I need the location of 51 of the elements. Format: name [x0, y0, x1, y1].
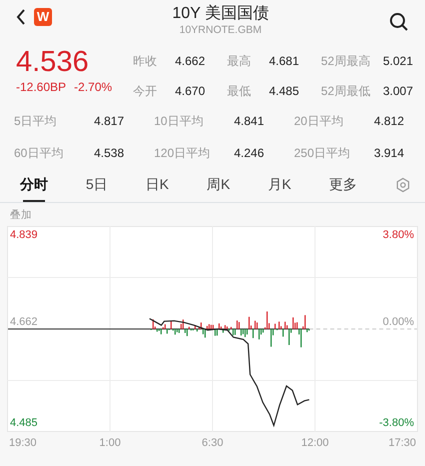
stat-value: 5.021	[382, 53, 413, 70]
stat-label: 最低	[226, 83, 252, 100]
stat-label: 今开	[132, 83, 158, 100]
chart-tab[interactable]: 分时	[20, 174, 48, 202]
stat-value: 4.681	[268, 53, 300, 70]
settings-icon[interactable]	[394, 176, 411, 192]
average-label: 5日平均	[14, 113, 58, 130]
stat-label: 52周最高	[320, 53, 372, 70]
average-value: 4.812	[374, 113, 406, 130]
average-value: 4.538	[94, 145, 126, 162]
stat-label: 52周最低	[320, 83, 372, 100]
page-title: 10Y 美国国债	[171, 4, 270, 23]
average-label: 120日平均	[154, 145, 212, 162]
chart-tab[interactable]: 5日	[86, 174, 108, 202]
change-percent: -2.70%	[74, 79, 112, 96]
back-icon[interactable]	[16, 9, 26, 25]
app-logo[interactable]: W	[34, 8, 52, 26]
symbol-code: 10YRNOTE.GBM	[178, 23, 263, 37]
chart-tab[interactable]: 更多	[329, 174, 358, 202]
average-label: 60日平均	[14, 145, 64, 162]
x-axis-label: 6:30	[202, 436, 224, 449]
stat-label: 昨收	[132, 53, 158, 70]
average-label: 20日平均	[294, 113, 344, 130]
stat-value: 4.485	[268, 83, 300, 100]
chart-tab[interactable]: 月K	[268, 174, 292, 202]
x-axis-label: 17:30	[388, 436, 416, 449]
search-icon[interactable]	[389, 12, 409, 32]
chart-tab[interactable]: 周K	[206, 174, 230, 202]
y-axis-label: 4.485	[10, 416, 38, 429]
change-value: -12.60BP	[16, 79, 66, 96]
average-value: 3.914	[374, 145, 406, 162]
x-axis-label: 12:00	[301, 436, 329, 449]
stat-value: 3.007	[382, 83, 413, 100]
y-axis-label: 4.839	[10, 228, 38, 241]
stat-label: 最高	[226, 53, 252, 70]
average-value: 4.817	[94, 113, 126, 130]
percent-axis-label: 0.00%	[382, 316, 414, 328]
price-value: 4.536	[16, 46, 90, 78]
chart-tab[interactable]: 日K	[146, 174, 169, 202]
overlay-label: 叠加	[9, 208, 33, 223]
average-value: 4.246	[234, 145, 266, 162]
x-axis-label: 19:30	[9, 436, 37, 449]
percent-axis-label: -3.80%	[379, 416, 414, 429]
stat-value: 4.670	[174, 83, 206, 100]
average-label: 10日平均	[154, 113, 204, 130]
y-axis-label: 4.662	[10, 316, 38, 328]
percent-axis-label: 3.80%	[382, 228, 414, 241]
average-label: 250日平均	[294, 145, 352, 162]
average-value: 4.841	[234, 113, 266, 130]
stat-value: 4.662	[174, 53, 206, 70]
x-axis-label: 1:00	[99, 436, 121, 449]
